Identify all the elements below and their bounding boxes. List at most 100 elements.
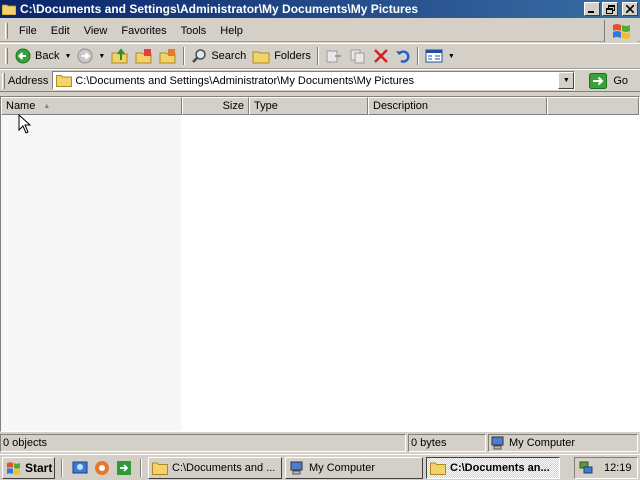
move-icon [326,50,341,63]
task-button-my-computer[interactable]: My Computer [285,456,423,479]
menu-file[interactable]: File [12,25,44,37]
back-label: Back [35,50,60,62]
search-icon [192,49,207,63]
folder-icon [152,462,168,475]
toolbar-grip[interactable] [2,72,5,89]
views-icon [425,49,443,63]
move-to-button[interactable] [132,45,156,67]
move-button[interactable] [322,45,346,67]
toolbar-separator [316,47,319,65]
chevron-down-icon[interactable]: ▼ [64,53,71,60]
system-tray: 12:19 [574,457,638,479]
column-headers: Name ▲ Size Type Description [1,97,639,115]
column-header-label: Type [254,100,278,112]
views-button[interactable]: ▼ [422,45,458,67]
toolbar-separator [416,47,419,65]
copy-to-button[interactable] [156,45,180,67]
mouse-cursor-icon [18,114,32,134]
address-dropdown-button[interactable]: ▼ [558,72,575,89]
undo-icon [395,50,410,63]
taskbar: Start C:\Documents and ... My Computer C… [0,454,640,480]
undo-button[interactable] [392,45,414,67]
close-button[interactable] [622,2,638,16]
back-button[interactable]: Back ▼ [12,45,74,67]
task-button-explorer-1[interactable]: C:\Documents and ... [148,456,282,479]
taskbar-separator [140,458,142,477]
folders-button[interactable]: Folders [249,45,314,67]
task-button-explorer-active[interactable]: C:\Documents an... [426,456,560,479]
go-arrow-icon [589,72,608,89]
column-header-name[interactable]: Name ▲ [1,97,182,115]
menu-view[interactable]: View [77,25,115,37]
folder-icon [56,75,73,87]
windows-logo-icon [7,461,20,475]
close-icon [626,5,634,13]
minimize-button[interactable] [584,2,600,16]
column-header-type[interactable]: Type [249,97,368,115]
browser-icon[interactable] [94,460,110,476]
network-icon[interactable] [578,461,594,475]
column-header-label: Size [222,100,244,112]
show-desktop-icon[interactable] [72,460,88,476]
toolbar-grip[interactable] [5,22,8,39]
title-bar[interactable]: C:\Documents and Settings\Administrator\… [0,0,640,18]
status-objects: 0 objects [0,434,406,452]
delete-button[interactable] [370,45,392,67]
task-label: My Computer [309,461,376,474]
up-folder-button[interactable] [108,45,132,67]
menu-help[interactable]: Help [213,25,250,37]
sorted-column-highlight [1,115,181,431]
task-label: C:\Documents an... [450,461,550,474]
folder-icon [252,51,270,64]
move-to-icon [135,49,152,64]
status-bytes: 0 bytes [408,434,486,452]
sort-ascending-icon: ▲ [43,102,51,110]
start-label: Start [25,460,53,475]
menu-bar: File Edit View Favorites Tools Help [0,20,640,42]
copy-button[interactable] [346,45,370,67]
start-button[interactable]: Start [2,456,55,479]
standard-toolbar: Back ▼ ▼ Search Folders ▼ [0,43,640,69]
menu-edit[interactable]: Edit [44,25,77,37]
toolbar-separator [183,47,186,65]
menu-tools[interactable]: Tools [174,25,214,37]
folders-label: Folders [274,50,311,62]
column-header-label: Description [373,100,429,112]
file-list[interactable]: Name ▲ Size Type Description [0,96,640,432]
toolbar-grip[interactable] [5,48,8,64]
up-folder-icon [111,48,128,64]
status-zone-label: My Computer [509,437,576,449]
go-label: Go [613,74,629,87]
go-button[interactable]: Go [589,72,629,89]
column-header-label: Name [6,100,36,112]
terminal-icon[interactable] [116,460,132,476]
chevron-down-icon[interactable]: ▼ [98,53,105,60]
search-button[interactable]: Search [188,45,249,67]
quick-launch [72,460,132,476]
address-input[interactable]: C:\Documents and Settings\Administrator\… [52,71,576,90]
clock[interactable]: 12:19 [604,462,632,474]
delete-icon [374,49,388,63]
my-computer-icon [491,436,504,450]
copy-to-icon [159,49,176,64]
chevron-down-icon[interactable]: ▼ [448,53,455,60]
copy-icon [350,49,365,64]
column-header-description[interactable]: Description [368,97,547,115]
task-label: C:\Documents and ... [172,461,276,474]
address-label: Address [8,74,49,87]
restore-button[interactable] [602,2,618,16]
forward-arrow-icon [77,48,93,64]
address-value: C:\Documents and Settings\Administrator\… [75,74,415,87]
minimize-icon [588,11,594,13]
forward-button[interactable]: ▼ [74,45,108,67]
column-header-size[interactable]: Size [182,97,249,115]
windows-logo-icon [604,20,638,42]
restore-icon [605,4,615,14]
folder-icon [2,4,16,15]
status-bar: 0 objects 0 bytes My Computer [0,434,640,452]
window-title: C:\Documents and Settings\Administrator\… [20,2,419,16]
back-arrow-icon [15,48,31,64]
status-zone: My Computer [488,434,638,452]
menu-favorites[interactable]: Favorites [114,25,173,37]
folder-icon [430,462,446,475]
